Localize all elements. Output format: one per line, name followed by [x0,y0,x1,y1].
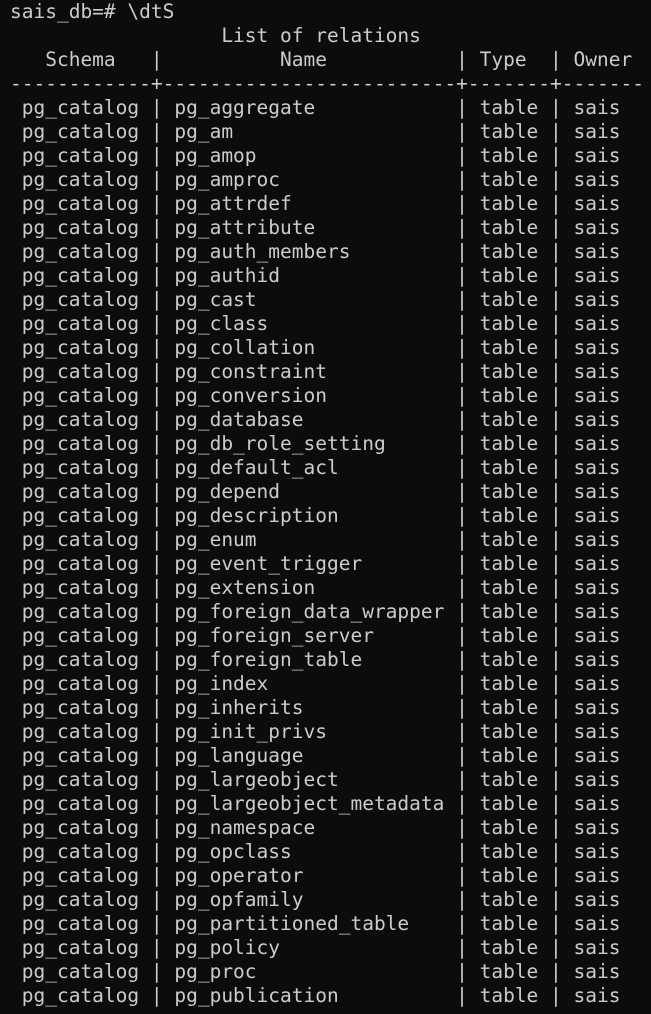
table-header: Schema | Name | Type | Owner [10,48,633,71]
table-row: pg_catalog | pg_event_trigger | table | … [10,552,621,575]
table-row: pg_catalog | pg_cast | table | sais [10,288,621,311]
table-row: pg_catalog | pg_conversion | table | sai… [10,384,621,407]
table-row: pg_catalog | pg_default_acl | table | sa… [10,456,621,479]
table-row: pg_catalog | pg_foreign_data_wrapper | t… [10,600,621,623]
table-row: pg_catalog | pg_aggregate | table | sais [10,96,621,119]
table-row: pg_catalog | pg_namespace | table | sais [10,816,621,839]
table-row: pg_catalog | pg_depend | table | sais [10,480,621,503]
table-row: pg_catalog | pg_description | table | sa… [10,504,621,527]
table-row: pg_catalog | pg_auth_members | table | s… [10,240,621,263]
terminal-window[interactable]: sais_db=# \dtS List of relations Schema … [0,0,651,1014]
table-row: pg_catalog | pg_amop | table | sais [10,144,621,167]
table-row: pg_catalog | pg_extension | table | sais [10,576,621,599]
table-row: pg_catalog | pg_partitioned_table | tabl… [10,912,621,935]
table-row: pg_catalog | pg_authid | table | sais [10,264,621,287]
table-row: pg_catalog | pg_db_role_setting | table … [10,432,621,455]
table-row: pg_catalog | pg_language | table | sais [10,744,621,767]
prompt-line: sais_db=# \dtS [10,0,174,24]
table-row: pg_catalog | pg_am | table | sais [10,120,621,143]
table-row: pg_catalog | pg_enum | table | sais [10,528,621,551]
table-row: pg_catalog | pg_init_privs | table | sai… [10,720,621,743]
table-row: pg_catalog | pg_largeobject_metadata | t… [10,792,621,815]
table-row: pg_catalog | pg_constraint | table | sai… [10,360,621,383]
table-row: pg_catalog | pg_class | table | sais [10,312,621,335]
table-row: pg_catalog | pg_foreign_server | table |… [10,624,621,647]
table-row: pg_catalog | pg_amproc | table | sais [10,168,621,191]
table-row: pg_catalog | pg_opfamily | table | sais [10,888,621,911]
command-text: \dtS [127,0,175,23]
table-row: pg_catalog | pg_foreign_table | table | … [10,648,621,671]
table-row: pg_catalog | pg_proc | table | sais [10,960,621,983]
table-body: pg_catalog | pg_aggregate | table | sais… [0,96,651,1008]
table-row: pg_catalog | pg_index | table | sais [10,672,621,695]
table-row: pg_catalog | pg_policy | table | sais [10,936,621,959]
table-row: pg_catalog | pg_collation | table | sais [10,336,621,359]
table-row: pg_catalog | pg_attribute | table | sais [10,216,621,239]
table-row: pg_catalog | pg_attrdef | table | sais [10,192,621,215]
table-divider: ------------+-------------------------+-… [10,72,644,95]
table-row: pg_catalog | pg_inherits | table | sais [10,696,621,719]
table-row: pg_catalog | pg_database | table | sais [10,408,621,431]
prompt: sais_db=# [10,0,128,23]
table-row: pg_catalog | pg_operator | table | sais [10,864,621,887]
table-row: pg_catalog | pg_largeobject | table | sa… [10,768,621,791]
table-row: pg_catalog | pg_opclass | table | sais [10,840,621,863]
table-title: List of relations [10,24,421,47]
table-row: pg_catalog | pg_publication | table | sa… [10,984,621,1007]
